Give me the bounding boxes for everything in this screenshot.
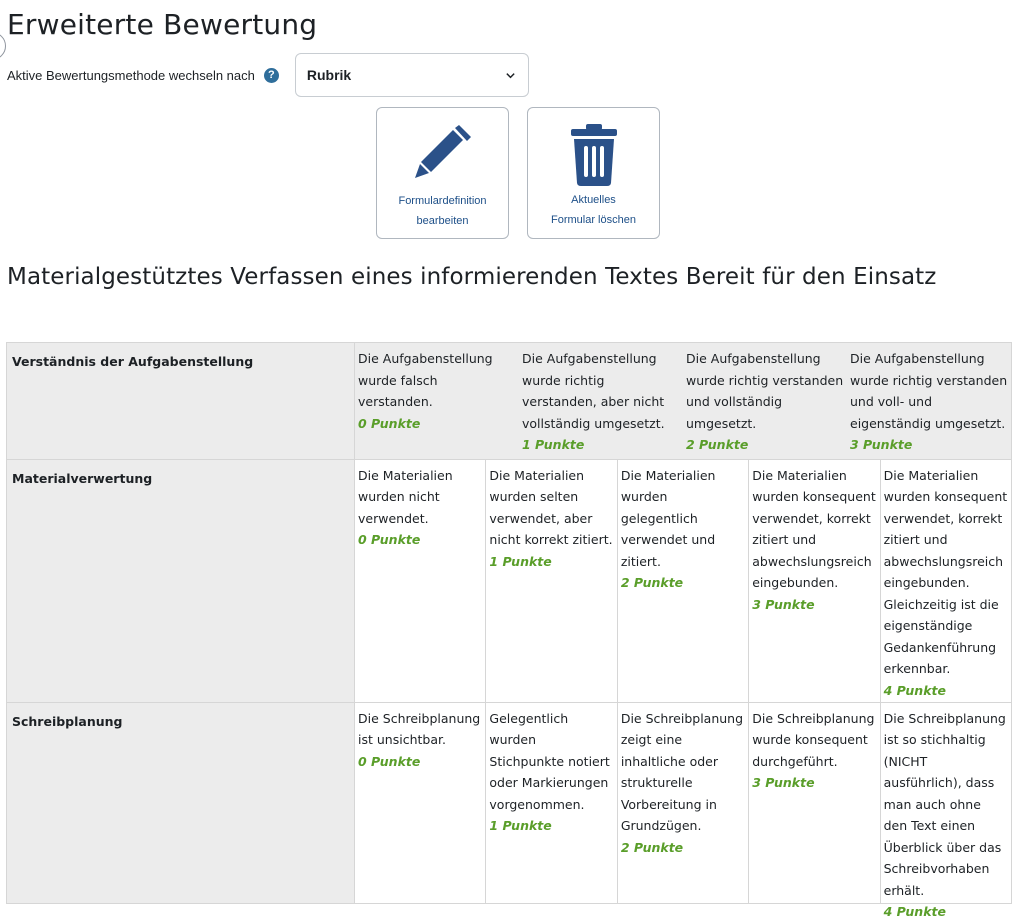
rubric-level[interactable]: Die Materialien wurden konsequent verwen…	[879, 459, 1011, 702]
page-title: Erweiterte Bewertung	[7, 8, 318, 41]
level-points: 0 Punkte	[358, 415, 421, 431]
rubric-level[interactable]: Gelegentlich wurden Stichpunkte notiert …	[485, 702, 616, 903]
level-points: 1 Punkte	[489, 553, 552, 569]
rubric-level[interactable]: Die Schreibplanung wurde konsequent durc…	[748, 702, 879, 903]
level-description: Die Materialien wurden nicht verwendet.	[358, 467, 453, 526]
level-points: 1 Punkte	[522, 437, 585, 452]
level-points: 4 Punkte	[883, 682, 946, 698]
rubric-level[interactable]: Die Schreibplanung zeigt eine inhaltlich…	[616, 702, 748, 903]
level-description: Die Schreibplanung wurde konsequent durc…	[752, 710, 875, 769]
rubric-criterion-row: Schreibplanung Die Schreibplanung ist un…	[6, 701, 1012, 919]
rubric-level[interactable]: Die Schreibplanung ist unsichtbar. 0 Punk…	[355, 703, 485, 903]
level-description: Die Materialien wurden konsequent verwen…	[752, 467, 876, 591]
level-description: Die Materialien wurden selten verwendet,…	[489, 467, 613, 548]
criterion-name: Verständnis der Aufgabenstellung	[6, 342, 355, 460]
edit-form-definition-label-line2: bearbeiten	[416, 215, 469, 227]
criterion-levels: Die Schreibplanung ist unsichtbar. 0 Punk…	[355, 702, 1011, 919]
level-points: 4 Punkte	[883, 904, 946, 919]
criterion-levels: Die Aufgabenstellung wurde falsch versta…	[355, 343, 1011, 459]
criterion-name: Schreibplanung	[6, 701, 355, 904]
rubric-level[interactable]: Die Schreibplanung ist so stichhaltig (N…	[879, 702, 1011, 919]
rubric-level[interactable]: Die Aufgabenstellung wurde richtig verst…	[519, 343, 683, 459]
rubric-criterion-row: Verständnis der Aufgabenstellung Die Auf…	[6, 342, 1012, 460]
delete-current-form-button[interactable]: Aktuelles Formular löschen	[527, 107, 660, 239]
level-description: Die Aufgabenstellung wurde richtig verst…	[686, 351, 844, 431]
level-points: 2 Punkte	[620, 575, 684, 590]
delete-current-form-label-line1: Aktuelles	[571, 194, 616, 206]
level-description: Die Schreibplanung zeigt eine inhaltlich…	[620, 710, 744, 834]
level-points: 2 Punkte	[620, 839, 684, 855]
trash-icon	[570, 124, 617, 186]
rubric-level[interactable]: Die Aufgabenstellung wurde falsch versta…	[355, 343, 519, 459]
level-points: 3 Punkte	[752, 775, 815, 790]
criterion-name: Materialverwertung	[6, 458, 355, 703]
rubric-level[interactable]: Die Aufgabenstellung wurde richtig verst…	[847, 343, 1011, 459]
level-points: 3 Punkte	[850, 437, 913, 452]
rubric-level[interactable]: Die Aufgabenstellung wurde richtig verst…	[683, 343, 847, 459]
level-points: 0 Punkte	[358, 532, 421, 547]
rubric-criterion-row: Materialverwertung Die Materialien wurde…	[6, 458, 1012, 703]
level-description: Die Materialien wurden gelegentlich verw…	[620, 467, 716, 569]
level-points: 2 Punkte	[686, 437, 749, 452]
rubric-level[interactable]: Die Materialien wurden gelegentlich verw…	[616, 459, 748, 702]
grading-method-label: Aktive Bewertungsmethode wechseln nach	[7, 67, 255, 83]
grading-method-select[interactable]: Rubrik	[294, 53, 529, 97]
chevron-down-icon	[506, 72, 515, 78]
question-circle-icon[interactable]: ?	[263, 67, 279, 83]
delete-current-form-label-line2: Formular löschen	[551, 214, 636, 226]
grading-method-selected-value: Rubrik	[306, 67, 352, 83]
level-description: Die Aufgabenstellung wurde falsch versta…	[358, 351, 493, 409]
level-description: Die Schreibplanung ist so stichhaltig (N…	[883, 710, 1006, 898]
edit-form-definition-label-line1: Formulardefinition	[398, 195, 487, 207]
level-points: 1 Punkte	[489, 818, 552, 833]
level-description: Die Aufgabenstellung wurde richtig verst…	[522, 351, 665, 431]
rubric-table: Verständnis der Aufgabenstellung Die Auf…	[6, 342, 1012, 919]
level-description: Gelegentlich wurden Stichpunkte notiert …	[489, 710, 610, 812]
rubric-level[interactable]: Die Materialien wurden nicht verwendet. 0…	[355, 460, 485, 702]
rubric-level[interactable]: Die Materialien wurden konsequent verwen…	[748, 459, 879, 702]
partial-circle-decoration	[0, 32, 6, 60]
level-description: Die Schreibplanung ist unsichtbar.	[358, 710, 481, 748]
edit-form-definition-button[interactable]: Formulardefinition bearbeiten	[376, 107, 509, 239]
level-description: Die Materialien wurden konsequent verwen…	[883, 467, 1008, 677]
level-points: 3 Punkte	[752, 596, 815, 612]
rubric-title: Materialgestütztes Verfassen eines infor…	[7, 264, 937, 290]
pencil-icon	[414, 125, 471, 178]
level-description: Die Aufgabenstellung wurde richtig verst…	[850, 351, 1008, 431]
grading-method-row: Aktive Bewertungsmethode wechseln nach ?…	[7, 52, 529, 98]
level-points: 0 Punkte	[358, 753, 421, 769]
criterion-levels: Die Materialien wurden nicht verwendet. 0…	[355, 459, 1011, 702]
rubric-level[interactable]: Die Materialien wurden selten verwendet,…	[485, 459, 616, 702]
